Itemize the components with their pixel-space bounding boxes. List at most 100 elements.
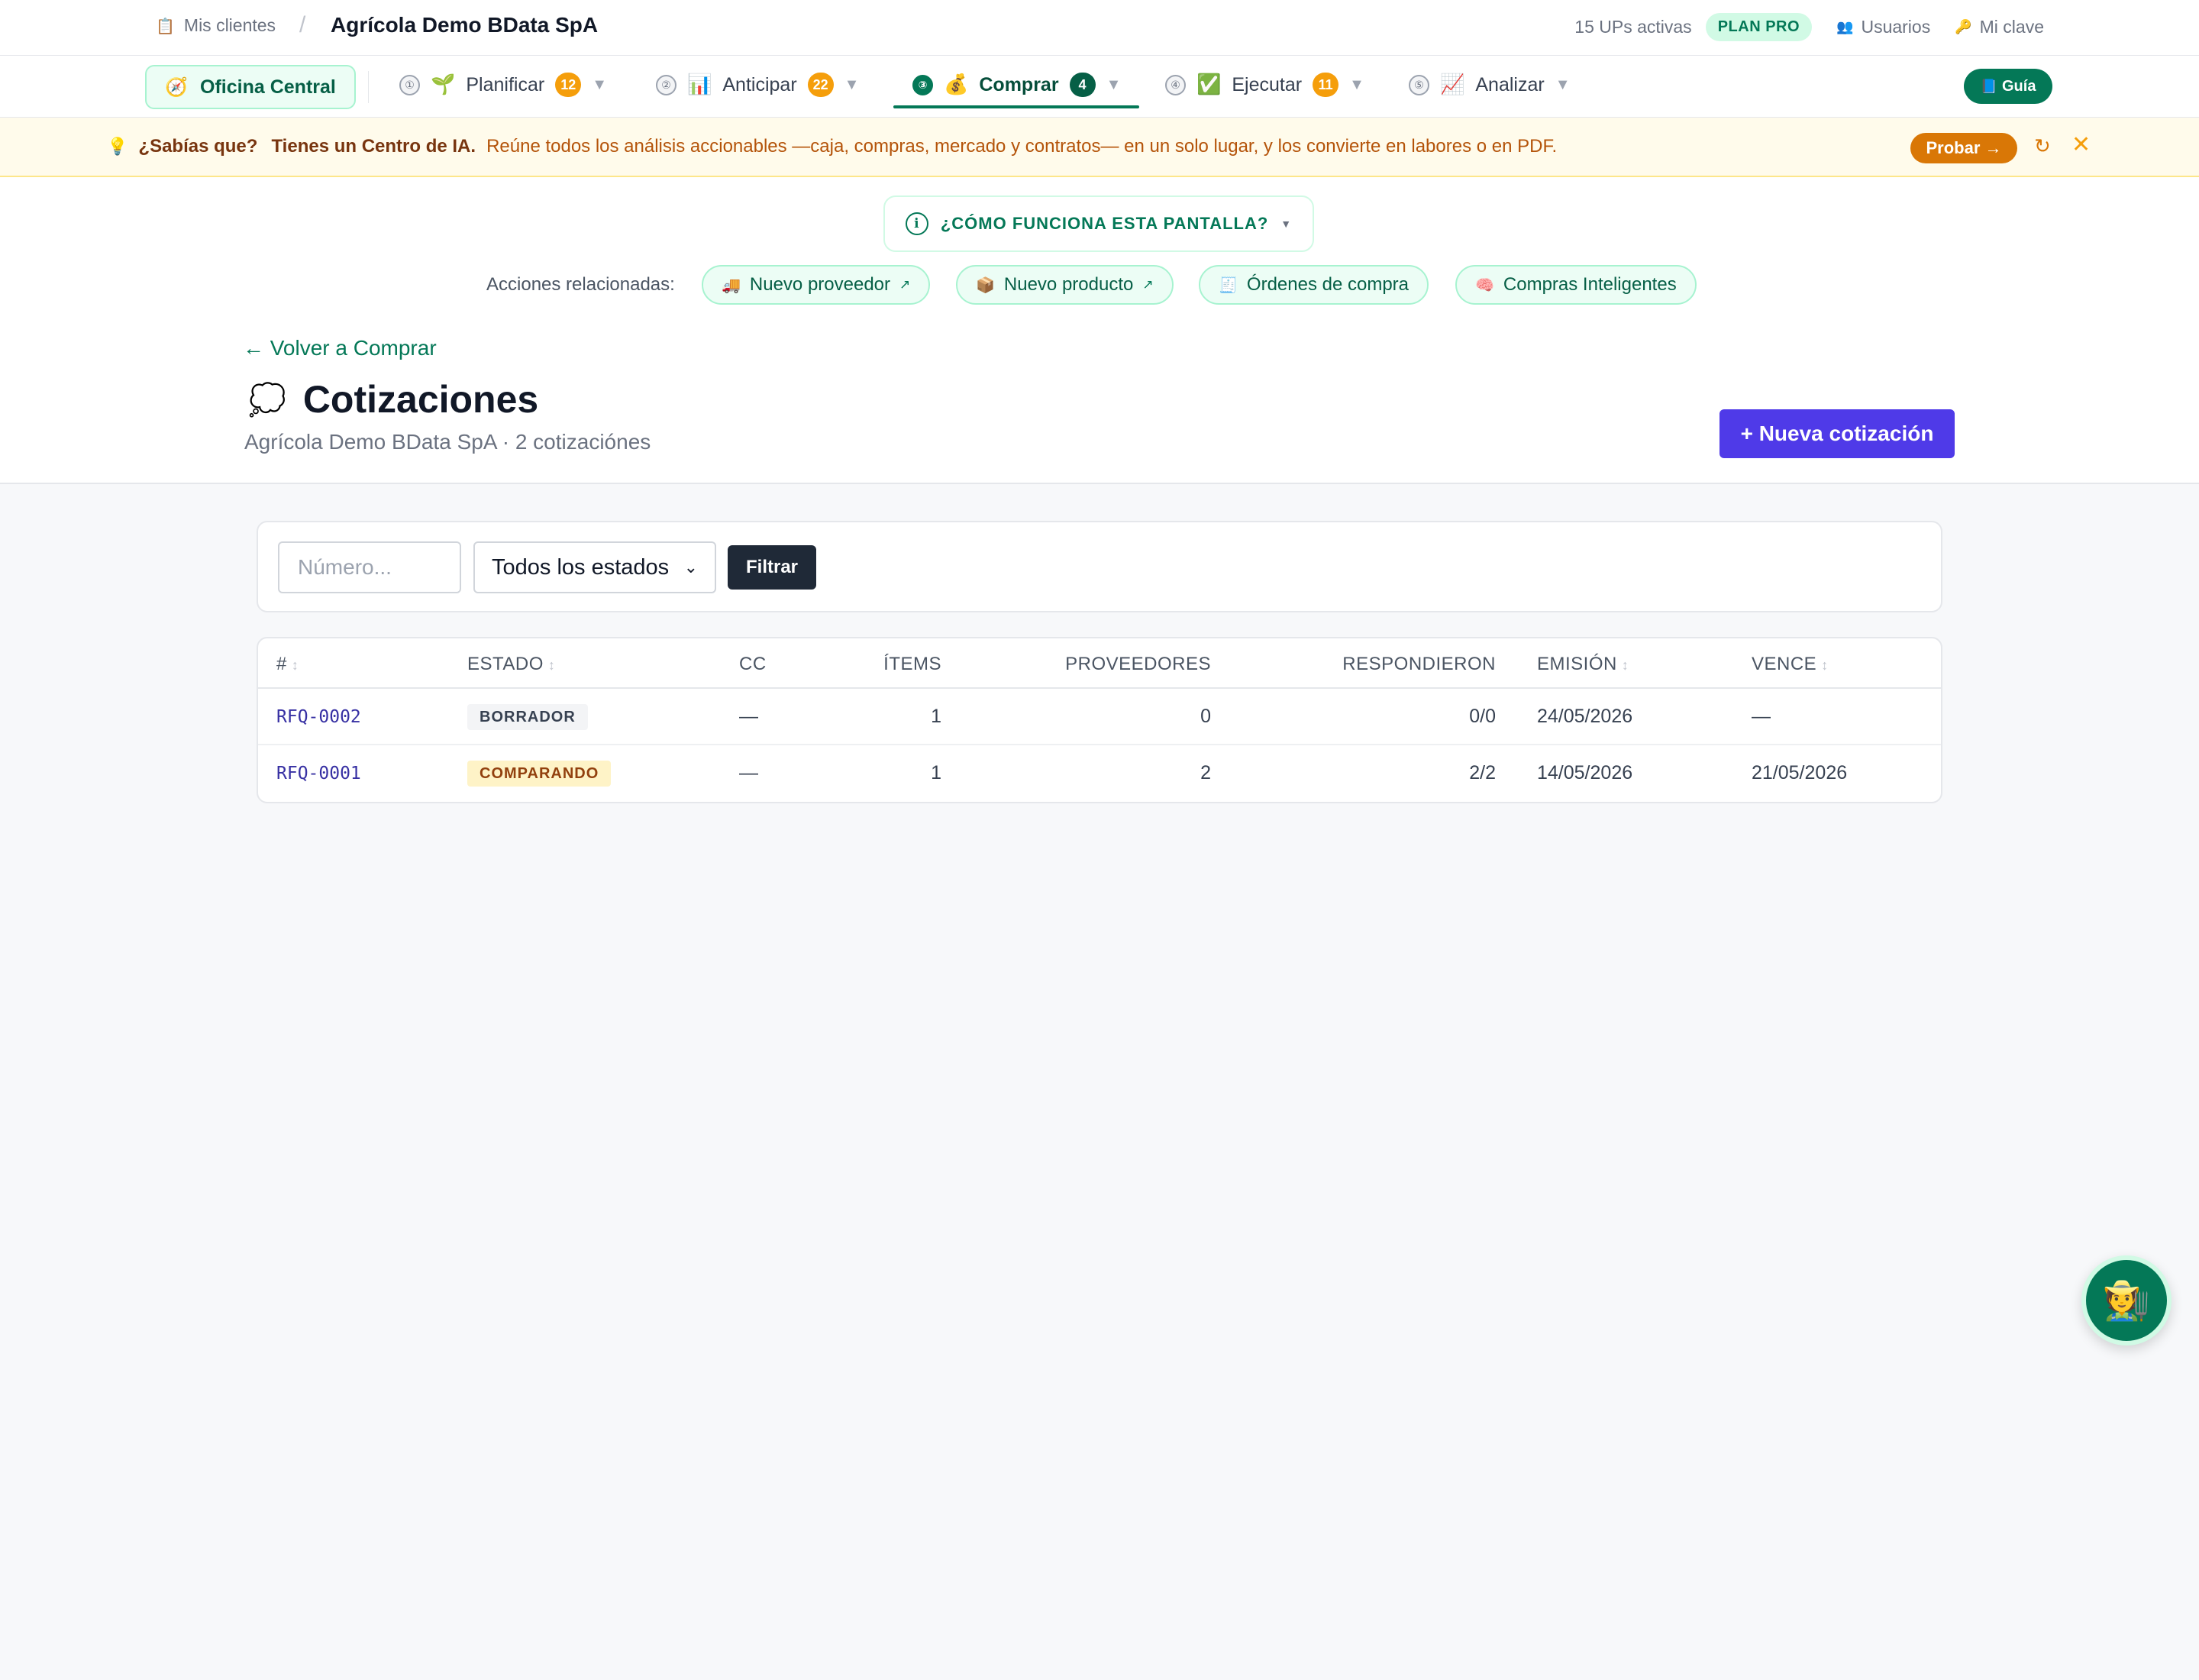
how-it-works-button[interactable]: i ¿CÓMO FUNCIONA ESTA PANTALLA? ▼ [883,195,1314,252]
tip-text: 💡 ¿Sabías que? Tienes un Centro de IA. R… [107,136,1557,157]
chip-purchase-orders[interactable]: 🧾 Órdenes de compra [1199,265,1429,305]
chip-label: Nuevo producto [1003,274,1134,295]
filter-button[interactable]: Filtrar [728,545,816,590]
col-due-label: VENCE [1752,654,1817,674]
col-issued[interactable]: EMISIÓN ↕ [1537,654,1629,675]
col-providers: PROVEEDORES [1065,654,1211,674]
providers-cell: 2 [1200,762,1211,783]
my-clients-label: Mis clientes [183,15,276,35]
col-status-label: ESTADO [467,654,544,674]
col-due[interactable]: VENCE ↕ [1752,654,1829,675]
page-header: i ¿CÓMO FUNCIONA ESTA PANTALLA? ▼ Accion… [0,177,2199,484]
page-title: 💭 Cotizaciones [248,377,538,422]
top-right-group: 15 UPs activas PLAN PRO 👥 Usuarios 🔑 Mi … [1574,13,2044,41]
nav-item-planificar[interactable]: ① 🌱 Planificar 12 ▼ [399,68,607,102]
items-cell: 1 [931,706,941,727]
nav-badge: 12 [555,73,582,97]
farmer-icon: 🧑‍🌾 [2102,1278,2151,1323]
due-cell: — [1752,706,1771,727]
sort-icon: ↕ [1821,657,1829,673]
status-badge: BORRADOR [467,704,588,730]
seedling-icon: 🌱 [431,73,456,96]
active-tab-indicator [893,105,1139,108]
nav-label: Ejecutar [1232,73,1303,95]
col-cc: CC [739,654,767,674]
sort-icon: ↕ [547,657,556,673]
chip-new-provider[interactable]: 🚚 Nuevo proveedor ↗ [702,265,931,305]
dropdown-caret-icon[interactable]: ▼ [1555,76,1571,94]
receipt-icon: 🧾 [1219,276,1238,294]
col-responded: RESPONDIERON [1342,654,1496,674]
my-key-link[interactable]: 🔑 Mi clave [1955,17,2044,37]
assistant-button[interactable]: 🧑‍🌾 [2081,1255,2172,1346]
trend-chart-icon: 📈 [1440,73,1465,96]
page-subtitle: Agrícola Demo BData SpA · 2 cotizaciónes [244,430,651,454]
number-input[interactable] [278,541,461,593]
table-row[interactable]: RFQ-0002 BORRADOR — 1 0 0/0 24/05/2026 — [258,689,1941,745]
refresh-icon[interactable]: ↻ [2034,134,2051,158]
speech-bubble-icon: 💭 [248,382,286,418]
col-num-label: # [276,654,287,674]
external-link-icon: ↗ [1142,277,1154,292]
client-name: Agrícola Demo BData SpA [331,13,599,37]
chip-label: Órdenes de compra [1246,274,1409,295]
nav-item-comprar[interactable]: ③ 💰 Comprar 4 ▼ [912,68,1121,102]
back-link[interactable]: ← Volver a Comprar [243,336,437,360]
nav-divider [368,71,369,103]
users-link[interactable]: 👥 Usuarios [1836,17,1930,37]
quote-number-link[interactable]: RFQ-0001 [276,764,361,783]
office-button[interactable]: 🧭 Oficina Central [145,65,356,109]
new-quote-button[interactable]: + Nueva cotización [1719,409,1955,458]
nav-label: Comprar [979,73,1059,95]
table-row[interactable]: RFQ-0001 COMPARANDO — 1 2 2/2 14/05/2026… [258,745,1941,802]
quotes-table: # ↕ ESTADO ↕ CC ÍTEMS PROVEEDORES RESPONDI… [257,637,1942,803]
nav-item-anticipar[interactable]: ② 📊 Anticipar 22 ▼ [656,68,859,102]
truck-icon: 🚚 [722,276,741,294]
chevron-down-icon: ⌄ [683,557,698,577]
dropdown-caret-icon[interactable]: ▼ [1106,76,1122,94]
my-key-label: Mi clave [1979,17,2044,37]
nav-label: Anticipar [722,73,797,95]
cc-cell: — [739,762,758,783]
dropdown-caret-icon[interactable]: ▼ [844,76,860,94]
responded-cell: 2/2 [1469,762,1496,783]
office-label: Oficina Central [200,76,336,98]
nav-item-ejecutar[interactable]: ④ ✅ Ejecutar 11 ▼ [1165,68,1364,102]
my-clients-link[interactable]: 📋 Mis clientes [156,15,276,36]
nav-label: Planificar [466,73,545,95]
items-cell: 1 [931,762,941,783]
guide-button[interactable]: 📘 Guía [1964,69,2052,104]
col-status[interactable]: ESTADO ↕ [467,654,555,675]
col-num[interactable]: # ↕ [276,654,299,675]
book-icon: 📘 [1980,78,1997,95]
chip-label: Compras Inteligentes [1503,274,1677,295]
external-link-icon: ↗ [899,277,911,292]
nav-item-analizar[interactable]: ⑤ 📈 Analizar ▼ [1409,68,1571,102]
dropdown-caret-icon[interactable]: ▼ [1349,76,1364,94]
tip-question: ¿Sabías que? [138,136,258,157]
step-4-icon: ④ [1165,74,1186,95]
try-button[interactable]: Probar → [1910,133,2017,163]
lightbulb-icon: 💡 [107,137,128,157]
nav-label: Analizar [1475,73,1545,95]
nav-badge: 22 [807,73,834,97]
active-ups-count: 15 UPs activas [1574,17,1692,37]
col-issued-label: EMISIÓN [1537,654,1617,674]
quote-number-link[interactable]: RFQ-0002 [276,707,361,727]
users-label: Usuarios [1861,17,1931,37]
clipboard-icon: 📋 [156,16,175,35]
status-select[interactable]: Todos los estados ⌄ [473,541,716,593]
responded-cell: 0/0 [1469,706,1496,727]
step-5-icon: ⑤ [1409,74,1429,95]
chip-new-product[interactable]: 📦 Nuevo producto ↗ [956,265,1174,305]
step-3-icon: ③ [912,74,933,95]
close-icon[interactable]: ✕ [2071,131,2091,158]
status-badge: COMPARANDO [467,761,612,787]
table-header: # ↕ ESTADO ↕ CC ÍTEMS PROVEEDORES RESPONDI… [258,638,1941,689]
nav-badge: 11 [1313,73,1339,97]
issued-cell: 24/05/2026 [1537,706,1633,727]
status-select-value: Todos los estados [492,554,670,580]
col-items: ÍTEMS [883,654,941,674]
dropdown-caret-icon[interactable]: ▼ [592,76,607,94]
chip-smart-purchases[interactable]: 🧠 Compras Inteligentes [1455,265,1697,305]
